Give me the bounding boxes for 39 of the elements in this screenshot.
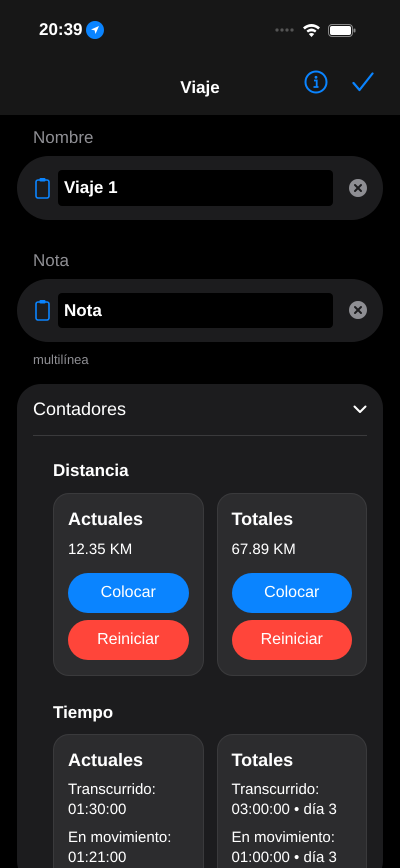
checkmark-icon[interactable]	[352, 72, 374, 92]
field-label: Nota	[32, 250, 70, 272]
reset-button[interactable]: Reiniciar	[68, 620, 188, 660]
wifi-icon	[303, 24, 320, 36]
card-title: Totales	[232, 508, 294, 530]
text-field[interactable]: Viaje 1	[17, 156, 383, 220]
status-time: 20:39	[39, 19, 82, 42]
card-title: Actuales	[68, 508, 144, 530]
reset-button[interactable]: Reiniciar	[232, 620, 352, 660]
set-button[interactable]: Colocar	[68, 573, 188, 613]
signal-icon	[275, 28, 295, 32]
clear-icon[interactable]	[349, 178, 367, 197]
card-title: Totales	[232, 749, 294, 772]
time-label: Transcurrido:	[232, 780, 320, 800]
card-title: Actuales	[68, 749, 144, 772]
subsection-title: Tiempo	[52, 702, 114, 724]
time-value: 01:30:00	[68, 800, 128, 820]
time-label: Transcurrido:	[68, 780, 157, 800]
battery-icon	[328, 24, 356, 36]
time-label: En movimiento:	[232, 828, 336, 848]
set-button[interactable]: Colocar	[232, 573, 352, 613]
clipboard-icon	[35, 299, 50, 322]
chevron-icon[interactable]	[353, 404, 367, 414]
text-field[interactable]: Nota	[17, 278, 383, 342]
distance-value: 67.89 KM	[232, 540, 297, 560]
nav-title: Viaje	[180, 76, 220, 99]
time-label: En movimiento:	[68, 828, 172, 848]
section-title: Contadores	[33, 398, 126, 420]
field-footer: multilínea	[0, 342, 400, 370]
time-value: 03:00:00 • día 3	[232, 800, 338, 820]
clear-icon[interactable]	[349, 301, 367, 320]
time-value: 01:00:00 • día 3	[232, 848, 338, 868]
time-value: 01:21:00	[68, 848, 128, 868]
subsection-title: Distancia	[52, 460, 130, 482]
location-icon	[86, 21, 104, 39]
info-icon[interactable]	[304, 70, 328, 94]
distance-value: 12.35 KM	[68, 540, 134, 560]
field-label: Nombre	[32, 127, 94, 149]
clipboard-icon	[35, 176, 50, 199]
